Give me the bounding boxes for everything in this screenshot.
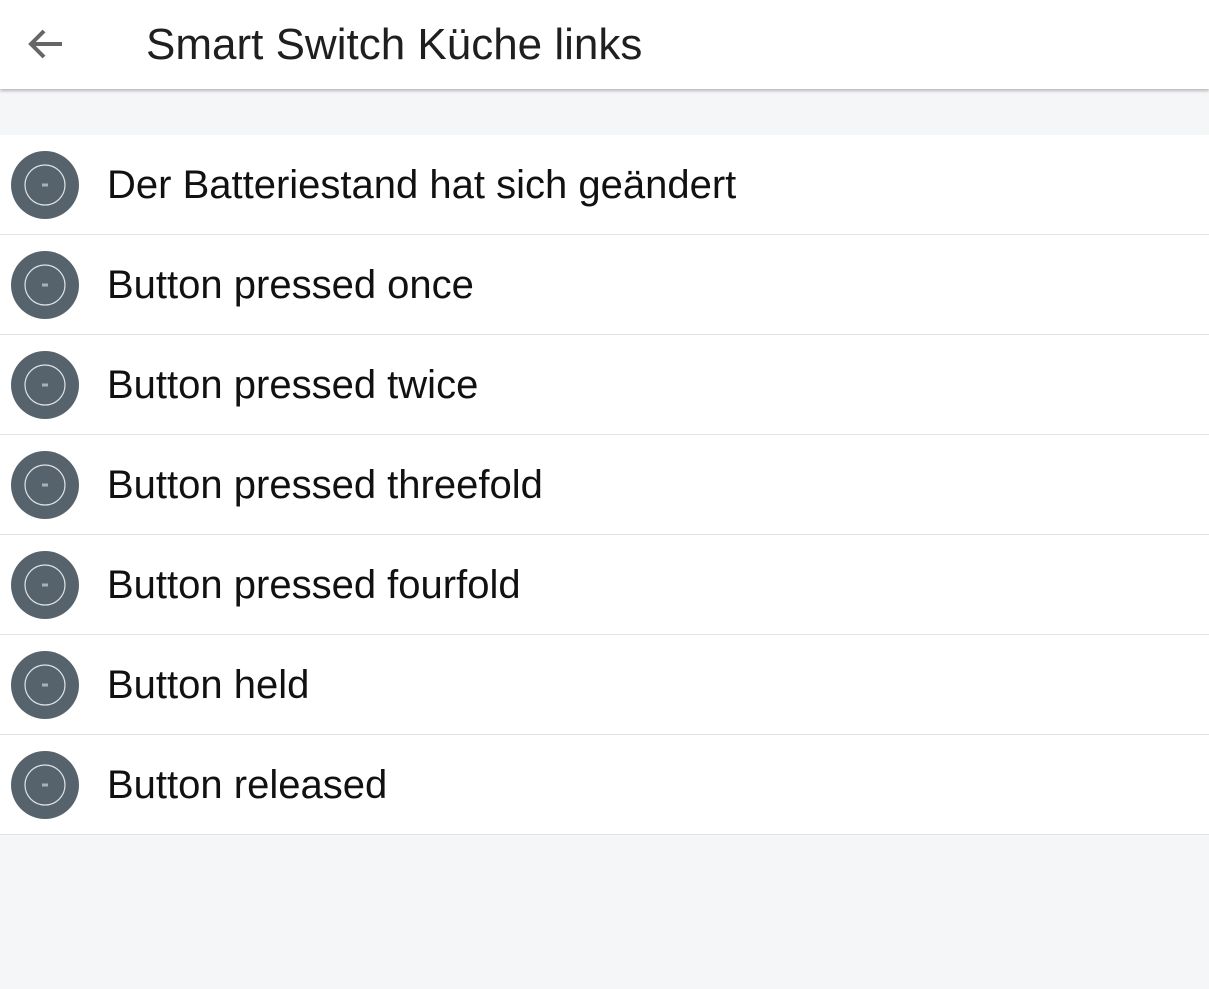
trigger-item-label: Button held	[107, 663, 310, 707]
smart-switch-icon	[11, 351, 79, 419]
smart-switch-icon	[11, 151, 79, 219]
back-button[interactable]	[14, 15, 78, 73]
trigger-item-pressed-fourfold[interactable]: Button pressed fourfold	[0, 535, 1209, 635]
trigger-item-pressed-twice[interactable]: Button pressed twice	[0, 335, 1209, 435]
trigger-item-battery-changed[interactable]: Der Batteriestand hat sich geändert	[0, 135, 1209, 235]
smart-switch-icon	[11, 651, 79, 719]
smart-switch-icon	[11, 551, 79, 619]
trigger-item-label: Der Batteriestand hat sich geändert	[107, 163, 737, 207]
trigger-item-pressed-once[interactable]: Button pressed once	[0, 235, 1209, 335]
smart-switch-icon	[11, 251, 79, 319]
trigger-item-label: Button released	[107, 763, 388, 807]
trigger-item-label: Button pressed fourfold	[107, 563, 521, 607]
trigger-item-label: Button pressed twice	[107, 363, 479, 407]
arrow-left-icon	[26, 24, 66, 64]
trigger-item-label: Button pressed threefold	[107, 463, 543, 507]
app-header: Smart Switch Küche links	[0, 0, 1209, 89]
trigger-item-held[interactable]: Button held	[0, 635, 1209, 735]
trigger-item-pressed-threefold[interactable]: Button pressed threefold	[0, 435, 1209, 535]
trigger-item-released[interactable]: Button released	[0, 735, 1209, 835]
trigger-item-label: Button pressed once	[107, 263, 474, 307]
page-title: Smart Switch Küche links	[146, 20, 643, 69]
smart-switch-icon	[11, 451, 79, 519]
trigger-list: Der Batteriestand hat sich geändert Butt…	[0, 135, 1209, 835]
smart-switch-icon	[11, 751, 79, 819]
